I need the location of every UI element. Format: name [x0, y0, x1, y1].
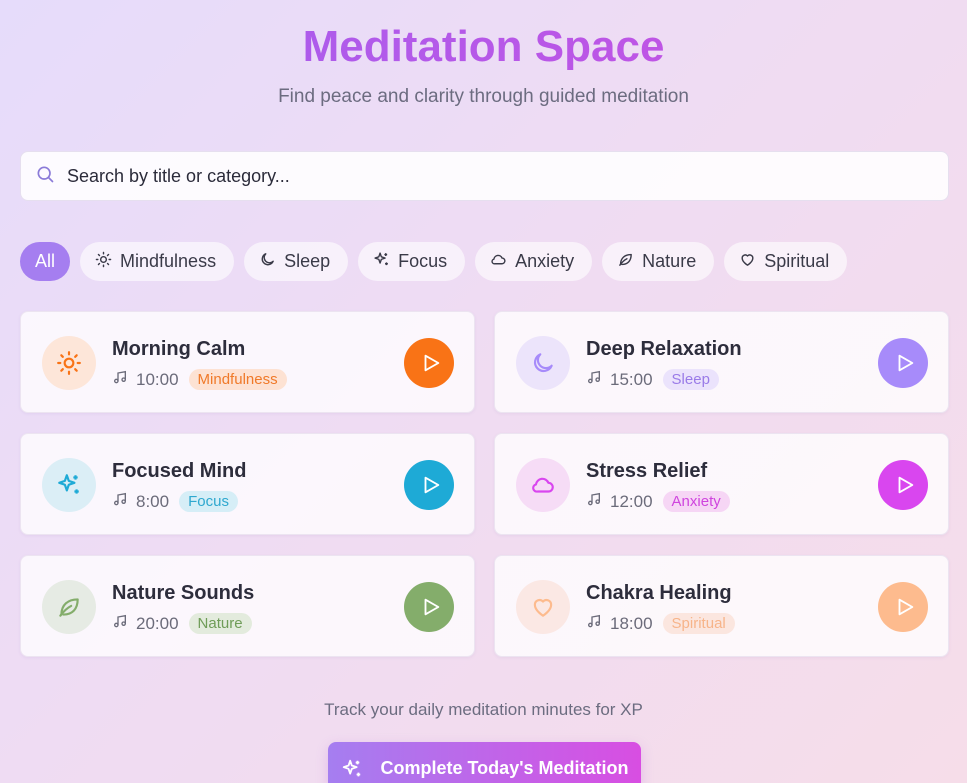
filter-label: Anxiety — [515, 251, 575, 271]
category-badge: Mindfulness — [188, 369, 287, 390]
complete-meditation-button[interactable]: Complete Today's Meditation — [328, 742, 641, 783]
filter-label: Focus — [398, 251, 448, 271]
filter-focus[interactable]: Focus — [358, 242, 466, 281]
play-button[interactable] — [878, 460, 928, 510]
session-duration: 10:00 — [136, 369, 179, 389]
play-button[interactable] — [878, 582, 928, 632]
play-button[interactable] — [404, 582, 454, 632]
filter-label: Sleep — [284, 251, 331, 271]
sparkles-icon — [373, 251, 390, 273]
filter-label: Spiritual — [764, 251, 830, 271]
page-subtitle: Find peace and clarity through guided me… — [278, 86, 689, 107]
session-card-morning-calm[interactable]: Morning Calm 10:00 Mindfulness — [20, 311, 475, 413]
play-button[interactable] — [404, 460, 454, 510]
category-badge: Nature — [188, 613, 252, 634]
filter-all[interactable]: All — [20, 242, 71, 281]
music-note-icon — [112, 491, 128, 512]
session-meta: 20:00 Nature — [112, 613, 252, 634]
moon-icon — [516, 336, 570, 390]
heart-icon — [516, 580, 570, 634]
play-icon — [898, 354, 913, 372]
filter-mindfulness[interactable]: Mindfulness — [80, 242, 235, 281]
music-note-icon — [586, 613, 602, 634]
session-duration: 18:00 — [610, 613, 653, 633]
session-card-focused-mind[interactable]: Focused Mind 8:00 Focus — [20, 433, 475, 535]
play-button[interactable] — [404, 338, 454, 388]
session-card-stress-relief[interactable]: Stress Relief 12:00 Anxiety — [494, 433, 949, 535]
sparkles-icon — [341, 758, 363, 783]
session-meta: 12:00 Anxiety — [586, 491, 730, 512]
xp-tracking-note: Track your daily meditation minutes for … — [324, 700, 643, 719]
filter-anxiety[interactable]: Anxiety — [475, 242, 593, 281]
session-title: Focused Mind — [112, 460, 247, 482]
session-meta: 8:00 Focus — [112, 491, 238, 512]
session-title: Deep Relaxation — [586, 338, 742, 360]
session-card-deep-relaxation[interactable]: Deep Relaxation 15:00 Sleep — [494, 311, 949, 413]
cloud-icon — [516, 458, 570, 512]
music-note-icon — [112, 369, 128, 390]
session-title: Chakra Healing — [586, 582, 732, 604]
play-button[interactable] — [878, 338, 928, 388]
session-meta: 10:00 Mindfulness — [112, 369, 287, 390]
page-title: Meditation Space — [0, 22, 967, 72]
leaf-icon — [617, 251, 634, 273]
complete-button-label: Complete Today's Meditation — [380, 758, 629, 778]
session-title: Nature Sounds — [112, 582, 255, 604]
category-badge: Anxiety — [662, 491, 730, 512]
sparkles-icon — [42, 458, 96, 512]
music-note-icon — [586, 491, 602, 512]
heart-icon — [739, 251, 756, 273]
session-card-nature-sounds[interactable]: Nature Sounds 20:00 Nature — [20, 555, 475, 657]
filter-spiritual[interactable]: Spiritual — [724, 242, 848, 281]
cloud-icon — [490, 251, 507, 273]
category-badge: Sleep — [662, 369, 719, 390]
music-note-icon — [112, 613, 128, 634]
search-input[interactable] — [67, 165, 927, 187]
play-icon — [424, 598, 439, 616]
session-meta: 18:00 Spiritual — [586, 613, 735, 634]
sun-icon — [95, 251, 112, 273]
session-title: Morning Calm — [112, 338, 246, 360]
filter-label: Mindfulness — [120, 251, 217, 271]
filter-sleep[interactable]: Sleep — [244, 242, 349, 281]
music-note-icon — [586, 369, 602, 390]
filter-label: Nature — [642, 251, 697, 271]
filter-label: All — [35, 251, 56, 271]
category-badge: Spiritual — [662, 613, 735, 634]
session-title: Stress Relief — [586, 460, 708, 482]
category-badge: Focus — [179, 491, 238, 512]
play-icon — [424, 354, 439, 372]
category-filters: All Mindfulness Sleep Focus Anxiety Natu… — [20, 242, 848, 281]
session-duration: 15:00 — [610, 369, 653, 389]
play-icon — [424, 476, 439, 494]
leaf-icon — [42, 580, 96, 634]
session-duration: 12:00 — [610, 491, 653, 511]
search-icon — [35, 164, 55, 189]
session-meta: 15:00 Sleep — [586, 369, 719, 390]
moon-icon — [259, 251, 276, 273]
play-icon — [898, 598, 913, 616]
search-bar[interactable] — [20, 151, 949, 201]
play-icon — [898, 476, 913, 494]
session-duration: 8:00 — [136, 491, 170, 511]
filter-nature[interactable]: Nature — [602, 242, 715, 281]
session-duration: 20:00 — [136, 613, 179, 633]
sun-icon — [42, 336, 96, 390]
session-card-chakra-healing[interactable]: Chakra Healing 18:00 Spiritual — [494, 555, 949, 657]
